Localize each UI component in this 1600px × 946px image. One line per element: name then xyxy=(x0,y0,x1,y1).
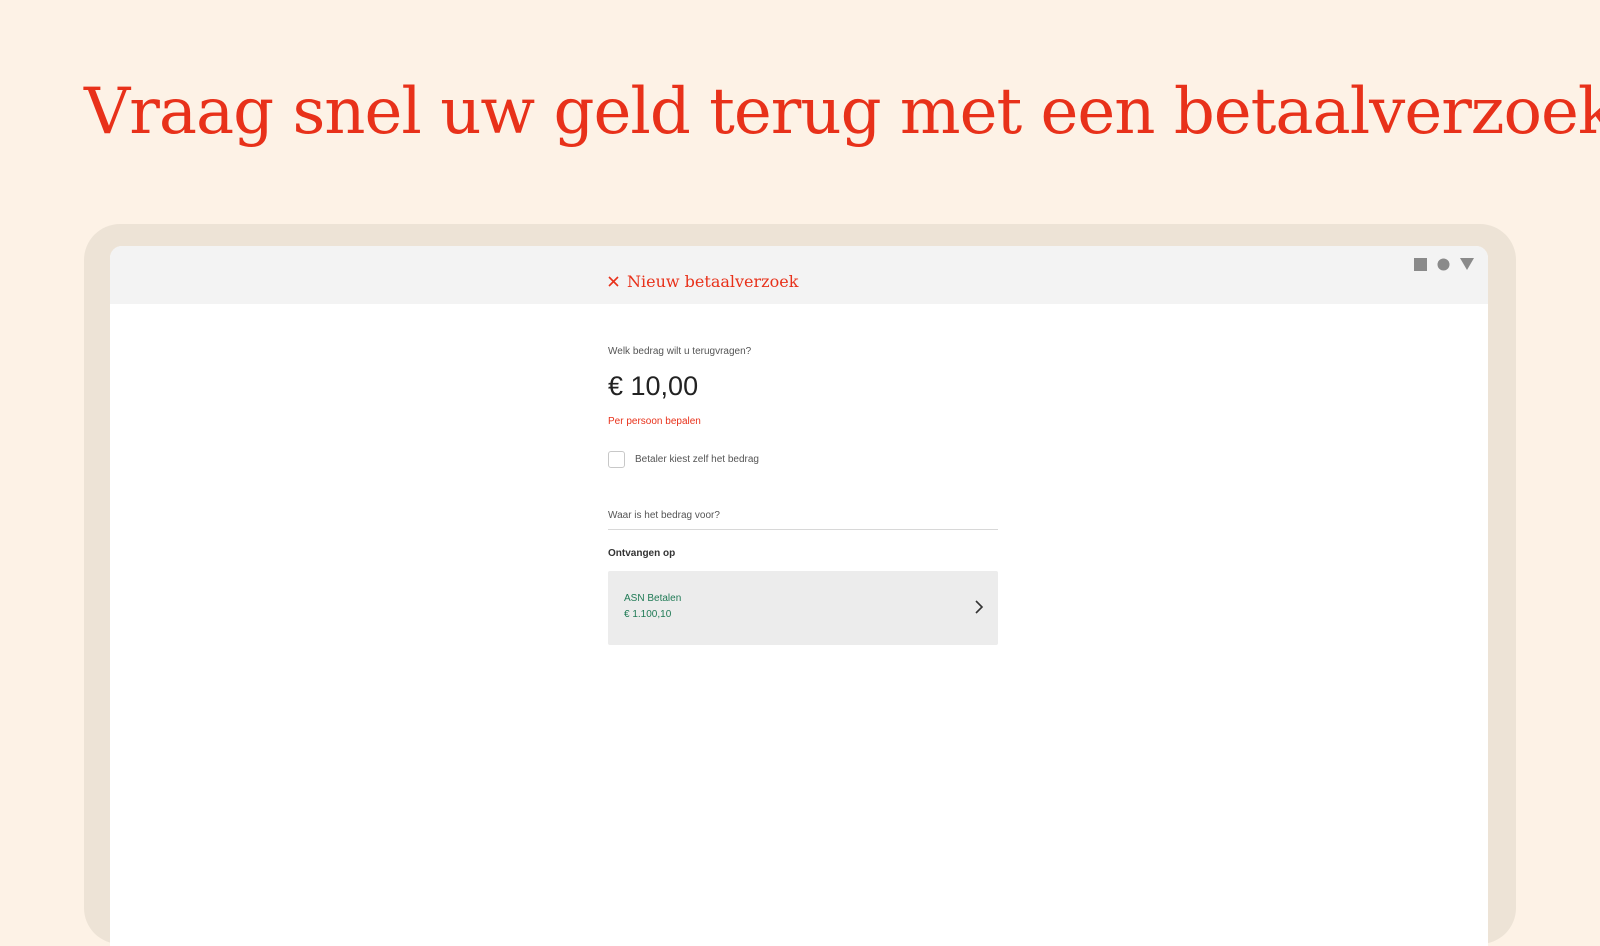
amount-question: Welk bedrag wilt u terugvragen? xyxy=(608,346,752,357)
per-person-link[interactable]: Per persoon bepalen xyxy=(608,416,998,427)
payer-chooses-amount-row: Betaler kiest zelf het bedrag xyxy=(608,451,998,468)
amount-input[interactable]: € 10,00 xyxy=(608,371,998,402)
triangle-icon xyxy=(1460,258,1474,270)
circle-icon xyxy=(1437,258,1450,271)
square-icon xyxy=(1414,258,1427,271)
app-screen: Nieuw betaalverzoek Welk bedrag wilt u t… xyxy=(110,246,1488,946)
chevron-right-icon xyxy=(975,600,984,614)
close-icon[interactable] xyxy=(608,276,619,287)
account-name: ASN Betalen xyxy=(624,593,682,604)
headline: Vraag snel uw geld terug met een betaalv… xyxy=(84,75,1600,149)
payer-chooses-amount-label: Betaler kiest zelf het bedrag xyxy=(635,454,759,465)
payment-request-form: Welk bedrag wilt u terugvragen? € 10,00 … xyxy=(608,346,998,645)
account-balance: € 1.100,10 xyxy=(624,609,672,620)
tablet-frame: Nieuw betaalverzoek Welk bedrag wilt u t… xyxy=(84,224,1516,946)
payer-chooses-amount-checkbox[interactable] xyxy=(608,451,625,468)
title-row: Nieuw betaalverzoek xyxy=(608,272,798,291)
account-selector[interactable]: ASN Betalen € 1.100,10 xyxy=(608,571,998,645)
status-bar-icons xyxy=(1414,258,1474,271)
top-bar: Nieuw betaalverzoek xyxy=(110,246,1488,304)
description-input[interactable] xyxy=(608,510,998,530)
page-title: Nieuw betaalverzoek xyxy=(627,272,799,291)
receive-on-label: Ontvangen op xyxy=(608,548,676,559)
